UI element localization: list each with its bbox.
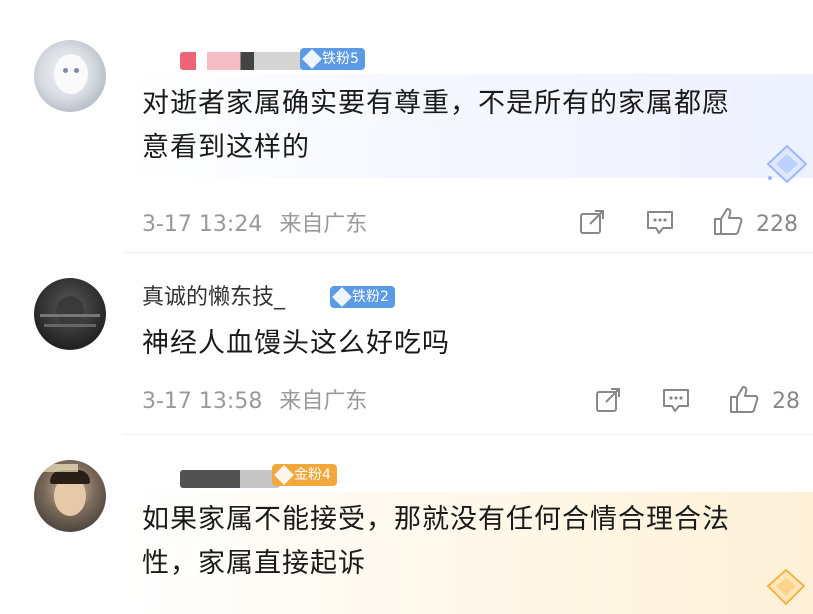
diamond-icon xyxy=(274,465,294,485)
avatar[interactable] xyxy=(34,460,106,532)
gold-diamond-decoration-icon xyxy=(766,568,806,606)
comment-text: 如果家属不能接受，那就没有任何合情合理合法 性，家属直接起诉 xyxy=(142,498,792,586)
fan-badge: 金粉4 xyxy=(272,464,337,486)
comment-text-line: 性，家属直接起诉 xyxy=(142,548,366,579)
avatar-caption xyxy=(38,464,78,472)
avatar-hair xyxy=(50,470,90,484)
comment-text-line: 如果家属不能接受，那就没有任何合情合理合法 xyxy=(142,504,730,535)
comment-item: 金粉4 如果家属不能接受，那就没有任何合情合理合法 性，家属直接起诉 xyxy=(0,0,813,614)
username-redacted[interactable] xyxy=(180,470,280,488)
fan-badge-label: 金粉4 xyxy=(294,467,331,483)
